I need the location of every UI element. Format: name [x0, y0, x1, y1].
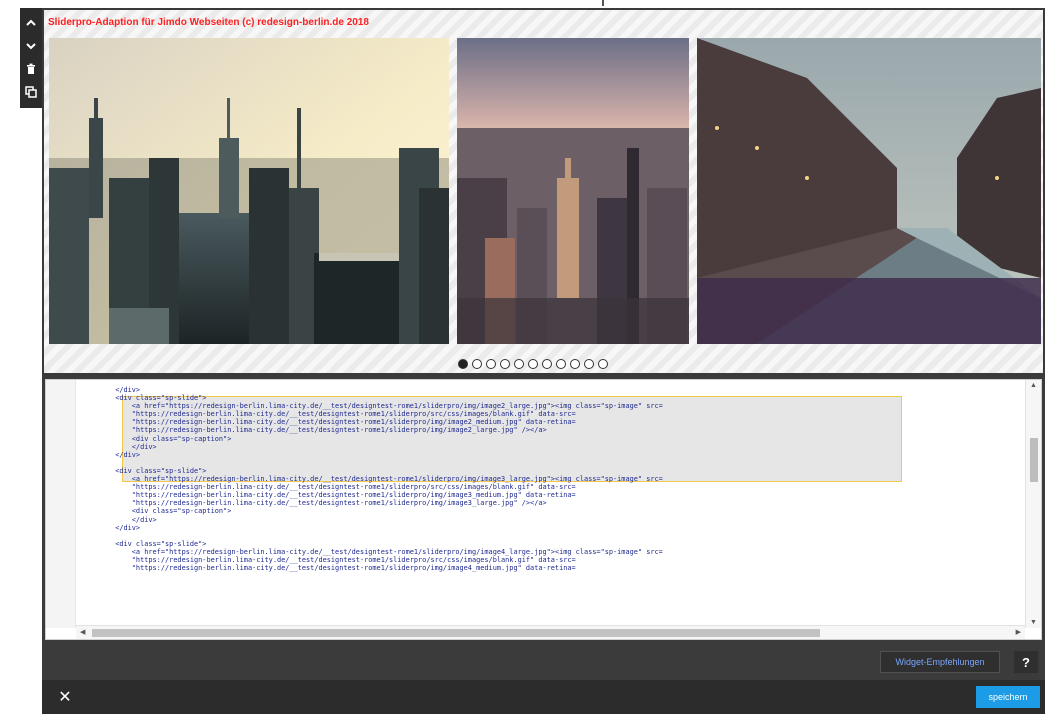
code-editor-panel: 25 </div>26 <div class="sp-slide">27 <a …: [42, 376, 1045, 644]
code-line: 33 </div>: [82, 451, 1021, 459]
vertical-scrollbar[interactable]: ▲ ▼: [1025, 380, 1041, 628]
code-text: "https://redesign-berlin.lima-city.de/__…: [82, 426, 547, 435]
trash-icon: [27, 63, 35, 74]
code-text: </div>: [82, 386, 141, 394]
action-bar: ✕ speichern: [42, 680, 1045, 714]
duplicate-button[interactable]: [21, 81, 41, 102]
scroll-right-icon[interactable]: ▶: [1016, 628, 1021, 636]
code-text: "https://redesign-berlin.lima-city.de/__…: [82, 555, 576, 564]
save-button[interactable]: speichern: [976, 686, 1040, 708]
code-line: 32 </div>: [82, 443, 1021, 451]
code-text: </div>: [82, 450, 141, 459]
code-text: <a href="https://redesign-berlin.lima-ci…: [82, 475, 663, 484]
pagination-dot[interactable]: [584, 359, 594, 369]
code-line: 40 <div class="sp-caption">: [82, 507, 1021, 515]
widget-editor-screen: Sliderpro-Adaption für Jimdo Webseiten (…: [0, 0, 1045, 714]
close-button[interactable]: ✕: [56, 688, 74, 706]
slider-pagination: [458, 359, 608, 369]
code-text: </div>: [82, 523, 141, 532]
code-line: 46 "https://redesign-berlin.lima-city.de…: [82, 556, 1021, 564]
code-line: 31 <div class="sp-caption">: [82, 435, 1021, 443]
editor-footer-bar: Widget-Empfehlungen ?: [42, 644, 1045, 680]
code-text: <div class="sp-caption">: [82, 434, 232, 443]
code-line: 38 "https://redesign-berlin.lima-city.de…: [82, 491, 1021, 499]
pagination-dot[interactable]: [542, 359, 552, 369]
pagination-dot[interactable]: [514, 359, 524, 369]
code-editor[interactable]: 25 </div>26 <div class="sp-slide">27 <a …: [45, 379, 1042, 640]
code-line: 30 "https://redesign-berlin.lima-city.de…: [82, 426, 1021, 434]
move-down-button[interactable]: [21, 35, 41, 56]
scroll-down-icon[interactable]: ▼: [1030, 619, 1037, 626]
scroll-left-icon[interactable]: ◀: [80, 628, 85, 636]
pagination-dot[interactable]: [528, 359, 538, 369]
code-line: 45 <a href="https://redesign-berlin.lima…: [82, 548, 1021, 556]
pagination-dot[interactable]: [570, 359, 580, 369]
copy-icon: [25, 85, 37, 98]
pagination-dot[interactable]: [598, 359, 608, 369]
pagination-dot[interactable]: [472, 359, 482, 369]
widget-recommendations-button[interactable]: Widget-Empfehlungen: [880, 651, 1000, 673]
preview-title: Sliderpro-Adaption für Jimdo Webseiten (…: [48, 17, 369, 28]
line-number-gutter: [46, 380, 76, 628]
code-text: "https://redesign-berlin.lima-city.de/__…: [82, 499, 547, 508]
slider-preview: Sliderpro-Adaption für Jimdo Webseiten (…: [42, 8, 1045, 376]
code-line: 48: [82, 572, 1021, 580]
code-line: 37 "https://redesign-berlin.lima-city.de…: [82, 483, 1021, 491]
element-toolbar: [20, 8, 42, 108]
slide-image-canal-street[interactable]: [697, 38, 1041, 344]
code-line: 39 "https://redesign-berlin.lima-city.de…: [82, 499, 1021, 507]
horizontal-scrollbar[interactable]: ◀ ▶: [76, 625, 1025, 639]
code-area[interactable]: 25 </div>26 <div class="sp-slide">27 <a …: [82, 386, 1021, 630]
skyline-aerial-picture: [457, 38, 689, 344]
code-text: <div class="sp-slide">: [82, 466, 207, 475]
code-line: 41 </div>: [82, 516, 1021, 524]
skyline-sunset-picture: [49, 38, 449, 344]
pagination-dot[interactable]: [486, 359, 496, 369]
code-text: "https://redesign-berlin.lima-city.de/__…: [82, 483, 576, 492]
code-text: </div>: [82, 442, 157, 451]
slide-image-skyline-sunset[interactable]: [49, 38, 449, 344]
code-text: <a href="https://redesign-berlin.lima-ci…: [82, 547, 663, 556]
code-line: 34: [82, 459, 1021, 467]
code-line: 28 "https://redesign-berlin.lima-city.de…: [82, 410, 1021, 418]
pagination-dot[interactable]: [500, 359, 510, 369]
code-text: </div>: [82, 515, 157, 524]
move-up-button[interactable]: [21, 12, 41, 33]
pagination-dot[interactable]: [458, 359, 468, 369]
code-text: <a href="https://redesign-berlin.lima-ci…: [82, 402, 663, 411]
chevron-up-icon: [26, 19, 36, 26]
code-line: 36 <a href="https://redesign-berlin.lima…: [82, 475, 1021, 483]
code-text: <div class="sp-slide">: [82, 394, 207, 403]
code-line: 26 <div class="sp-slide">: [82, 394, 1021, 402]
delete-button[interactable]: [21, 58, 41, 79]
help-button[interactable]: ?: [1014, 651, 1038, 673]
code-text: "https://redesign-berlin.lima-city.de/__…: [82, 418, 576, 427]
code-text: "https://redesign-berlin.lima-city.de/__…: [82, 564, 576, 573]
canal-street-picture: [697, 38, 1041, 344]
horizontal-scroll-thumb[interactable]: [92, 629, 820, 637]
chevron-down-icon: [26, 42, 36, 49]
code-text: <div class="sp-slide">: [82, 539, 207, 548]
code-text: <div class="sp-caption">: [82, 507, 232, 516]
pagination-dot[interactable]: [556, 359, 566, 369]
code-line: 27 <a href="https://redesign-berlin.lima…: [82, 402, 1021, 410]
code-line: 25 </div>: [82, 386, 1021, 394]
code-text: "https://redesign-berlin.lima-city.de/__…: [82, 491, 576, 500]
vertical-scroll-thumb[interactable]: [1030, 438, 1038, 482]
slide-image-skyline-aerial[interactable]: [457, 38, 689, 344]
scroll-up-icon[interactable]: ▲: [1030, 382, 1037, 389]
code-line: 35 <div class="sp-slide">: [82, 467, 1021, 475]
code-line: 42 </div>: [82, 524, 1021, 532]
code-line: 44 <div class="sp-slide">: [82, 540, 1021, 548]
code-line: 29 "https://redesign-berlin.lima-city.de…: [82, 418, 1021, 426]
code-line: 47 "https://redesign-berlin.lima-city.de…: [82, 564, 1021, 572]
top-divider-tick: [602, 0, 604, 6]
code-line: 43: [82, 532, 1021, 540]
code-text: "https://redesign-berlin.lima-city.de/__…: [82, 410, 576, 419]
